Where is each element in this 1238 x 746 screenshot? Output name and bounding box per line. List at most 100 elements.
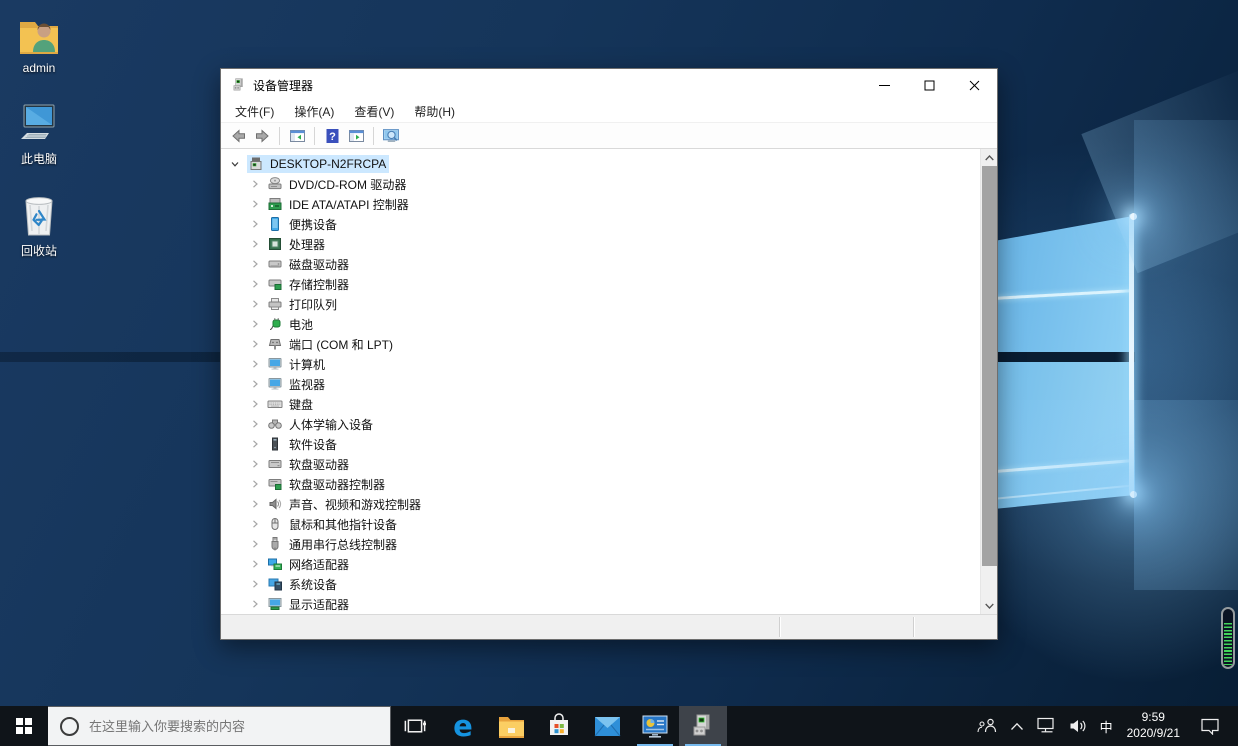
selected-node[interactable]: DESKTOP-N2FRCPA <box>247 155 389 173</box>
chevron-right-icon[interactable] <box>249 319 261 329</box>
tree-root-computer[interactable]: DESKTOP-N2FRCPA <box>221 154 980 174</box>
tree-item-network[interactable]: 网络适配器 <box>221 554 980 574</box>
maximize-button[interactable] <box>907 69 952 101</box>
tree-item-display-adapters[interactable]: 显示适配器 <box>221 594 980 614</box>
chevron-right-icon[interactable] <box>249 239 261 249</box>
chevron-right-icon[interactable] <box>249 439 261 449</box>
chevron-right-icon[interactable] <box>249 359 261 369</box>
keyboard-icon <box>267 396 283 412</box>
tree-item-mouse[interactable]: 鼠标和其他指针设备 <box>221 514 980 534</box>
chevron-right-icon[interactable] <box>249 459 261 469</box>
help-button[interactable]: ? <box>322 126 342 146</box>
tree-item-ide[interactable]: IDE ATA/ATAPI 控制器 <box>221 194 980 214</box>
taskbar-search[interactable] <box>48 706 391 746</box>
hidden-icons-chevron[interactable] <box>1004 706 1030 746</box>
tree-item-keyboard[interactable]: 键盘 <box>221 394 980 414</box>
close-button[interactable] <box>952 69 997 101</box>
action-center-button[interactable] <box>1188 706 1232 746</box>
tree-item-print-queue[interactable]: 打印队列 <box>221 294 980 314</box>
chevron-right-icon[interactable] <box>249 179 261 189</box>
tree-item-dvd[interactable]: DVD/CD-ROM 驱动器 <box>221 174 980 194</box>
tree-item-floppy-controller[interactable]: 软盘驱动器控制器 <box>221 474 980 494</box>
desktop-icon-recycle-bin[interactable]: 回收站 <box>4 189 74 259</box>
task-view-button[interactable] <box>391 706 439 746</box>
tree-item-label: IDE ATA/ATAPI 控制器 <box>289 196 409 213</box>
chevron-right-icon[interactable] <box>249 259 261 269</box>
scan-hardware-changes-button[interactable] <box>381 126 401 146</box>
tree-item-processor[interactable]: 处理器 <box>221 234 980 254</box>
chevron-right-icon[interactable] <box>249 559 261 569</box>
chevron-right-icon[interactable] <box>249 519 261 529</box>
mail-taskbar-icon[interactable] <box>583 706 631 746</box>
tree-item-system-devices[interactable]: 系统设备 <box>221 574 980 594</box>
device-manager-taskbar-icon[interactable] <box>679 706 727 746</box>
menu-view[interactable]: 查看(V) <box>344 100 404 123</box>
tree-item-hid[interactable]: 人体学输入设备 <box>221 414 980 434</box>
network-adapter-icon <box>267 556 283 572</box>
store-taskbar-icon[interactable] <box>535 706 583 746</box>
chevron-right-icon[interactable] <box>249 339 261 349</box>
chevron-right-icon[interactable] <box>249 199 261 209</box>
system-properties-icon <box>641 714 669 739</box>
minimize-button[interactable] <box>862 69 907 101</box>
desktop-icon-admin[interactable]: admin <box>4 8 74 75</box>
chevron-right-icon[interactable] <box>249 539 261 549</box>
tree-item-label: 键盘 <box>289 396 313 413</box>
scroll-up-arrow[interactable] <box>981 149 997 166</box>
desktop-icon-this-pc[interactable]: 此电脑 <box>4 97 74 167</box>
tree-item-label: 监视器 <box>289 376 325 393</box>
chevron-down-icon[interactable] <box>229 159 241 169</box>
tree-item-computer[interactable]: 计算机 <box>221 354 980 374</box>
tree-item-battery[interactable]: 电池 <box>221 314 980 334</box>
tree-item-label: DVD/CD-ROM 驱动器 <box>289 176 406 193</box>
search-input[interactable] <box>89 719 369 734</box>
show-console-tree-button[interactable] <box>287 126 307 146</box>
back-button[interactable] <box>228 126 248 146</box>
tree-item-disk[interactable]: 磁盘驱动器 <box>221 254 980 274</box>
menu-file[interactable]: 文件(F) <box>225 100 284 123</box>
clock[interactable]: 9:59 2020/9/21 <box>1119 710 1188 741</box>
chevron-right-icon[interactable] <box>249 379 261 389</box>
tree-item-label: 便携设备 <box>289 216 337 233</box>
volume-icon[interactable] <box>1063 706 1094 746</box>
forward-button[interactable] <box>252 126 272 146</box>
edge-taskbar-icon[interactable]: e <box>439 706 487 746</box>
tree-item-ports[interactable]: 端口 (COM 和 LPT) <box>221 334 980 354</box>
scrollbar-thumb[interactable] <box>982 166 997 566</box>
tree-item-storage[interactable]: 存储控制器 <box>221 274 980 294</box>
file-explorer-taskbar-icon[interactable] <box>487 706 535 746</box>
start-button[interactable] <box>0 706 48 746</box>
menu-help[interactable]: 帮助(H) <box>404 100 465 123</box>
system-properties-taskbar-icon[interactable] <box>631 706 679 746</box>
chevron-right-icon[interactable] <box>249 279 261 289</box>
people-button[interactable] <box>970 706 1004 746</box>
chevron-right-icon[interactable] <box>249 219 261 229</box>
tree-item-floppy-drive[interactable]: 软盘驱动器 <box>221 454 980 474</box>
chevron-right-icon[interactable] <box>249 419 261 429</box>
properties-button[interactable] <box>346 126 366 146</box>
network-icon[interactable] <box>1030 706 1063 746</box>
dvd-cdrom-drive-icon <box>267 176 283 192</box>
print-queue-icon <box>267 296 283 312</box>
chevron-right-icon[interactable] <box>249 579 261 589</box>
disk-drive-icon <box>267 256 283 272</box>
tree-item-monitor[interactable]: 监视器 <box>221 374 980 394</box>
chevron-right-icon[interactable] <box>249 599 261 609</box>
desktop-icon-label: 回收站 <box>4 242 74 259</box>
chevron-right-icon[interactable] <box>249 479 261 489</box>
vertical-scrollbar[interactable] <box>980 149 997 614</box>
tree-item-sound[interactable]: 声音、视频和游戏控制器 <box>221 494 980 514</box>
chevron-right-icon[interactable] <box>249 299 261 309</box>
tree-item-software-device[interactable]: 软件设备 <box>221 434 980 454</box>
tree-item-usb[interactable]: 通用串行总线控制器 <box>221 534 980 554</box>
chevron-right-icon[interactable] <box>249 499 261 509</box>
monitor-icon <box>267 376 283 392</box>
ime-indicator[interactable]: 中 <box>1094 706 1119 746</box>
titlebar[interactable]: 设备管理器 <box>221 69 997 101</box>
scroll-down-arrow[interactable] <box>981 597 997 614</box>
date: 2020/9/21 <box>1127 726 1180 742</box>
time: 9:59 <box>1127 710 1180 726</box>
tree-item-portable[interactable]: 便携设备 <box>221 214 980 234</box>
menu-action[interactable]: 操作(A) <box>284 100 344 123</box>
chevron-right-icon[interactable] <box>249 399 261 409</box>
